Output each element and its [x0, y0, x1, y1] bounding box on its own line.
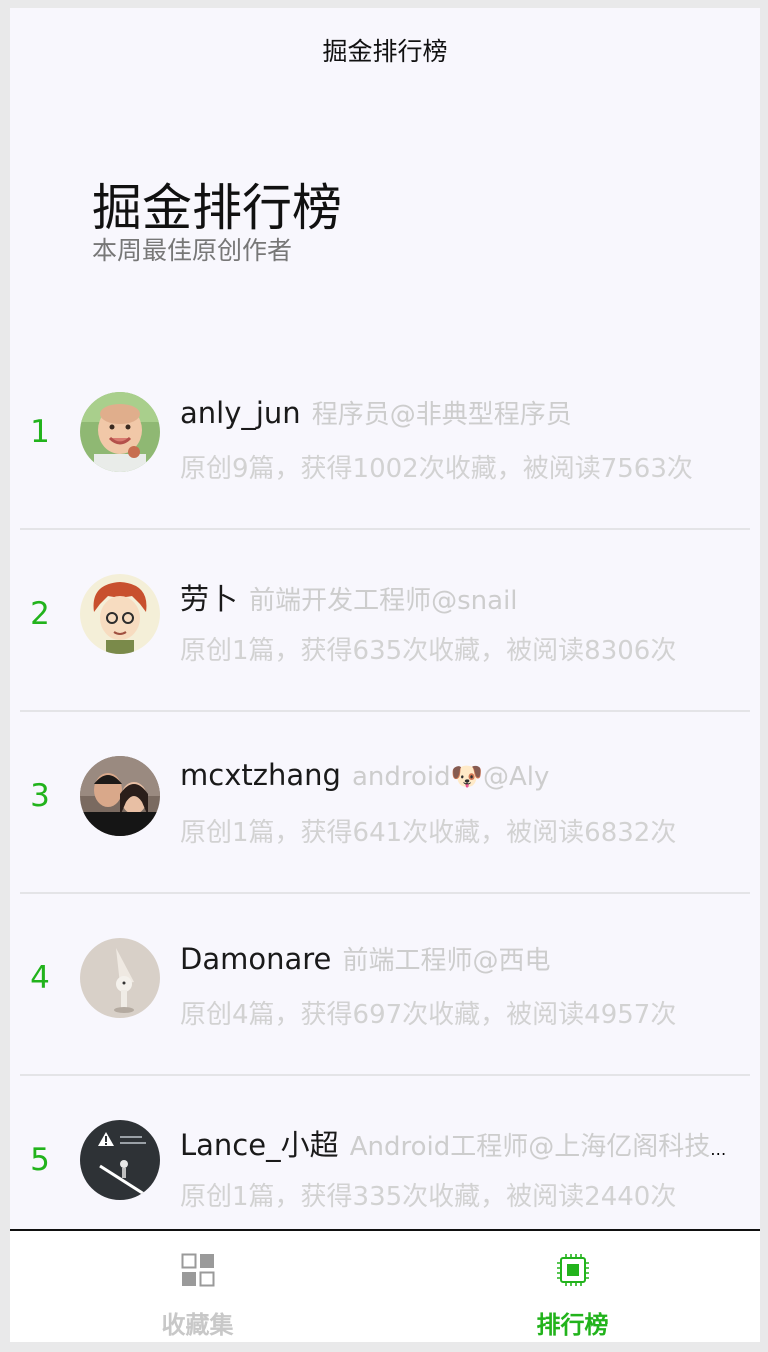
- ranking-list: 1 anly_jun 程序员@非典型程序员 原创9篇，获得1002次收藏，被阅读…: [10, 348, 760, 1258]
- tab-bar: 收藏集 排行榜: [10, 1229, 760, 1342]
- ranking-row[interactable]: 2 劳卜 前端开发工程师@snail 原创1篇，获得635次收藏，被阅读8306…: [20, 530, 750, 712]
- rank-number: 4: [30, 960, 50, 996]
- author-name[interactable]: Lance_小超: [180, 1128, 339, 1162]
- avatar[interactable]: [80, 1120, 160, 1200]
- author-title: 前端开发工程师@snail: [249, 586, 518, 616]
- author-name[interactable]: 劳卜: [180, 582, 238, 616]
- author-title: android🐶@Aly: [351, 762, 550, 792]
- author-line: 劳卜 前端开发工程师@snail: [180, 576, 745, 618]
- author-title: Android工程师@上海亿阁科技有限公司: [349, 1132, 745, 1162]
- tab-collection[interactable]: 收藏集: [10, 1231, 385, 1342]
- tab-label: 排行榜: [536, 1311, 609, 1339]
- nav-title: 掘金排行榜: [322, 37, 448, 66]
- author-name[interactable]: anly_jun: [180, 396, 301, 430]
- avatar[interactable]: [80, 756, 160, 836]
- chip-icon: [556, 1254, 589, 1286]
- author-stats: 原创4篇，获得697次收藏，被阅读4957次: [180, 1000, 677, 1030]
- page-title: 掘金排行榜: [92, 179, 342, 237]
- author-name[interactable]: Damonare: [180, 942, 331, 976]
- author-stats: 原创1篇，获得635次收藏，被阅读8306次: [180, 636, 677, 666]
- tab-ranking[interactable]: 排行榜: [385, 1231, 760, 1342]
- ranking-row[interactable]: 3 mcxtzhang android🐶@Aly 原创1篇，获得641次收藏，被…: [20, 712, 750, 894]
- author-title: 程序员@非典型程序员: [311, 400, 572, 430]
- author-name[interactable]: mcxtzhang: [180, 758, 341, 792]
- rank-number: 3: [30, 778, 50, 814]
- author-stats: 原创1篇，获得641次收藏，被阅读6832次: [180, 818, 677, 848]
- ranking-row[interactable]: 4 Damonare 前端工程师@西电 原创4篇，获得697次收藏，被阅读495…: [20, 894, 750, 1076]
- app-screen: 掘金排行榜 掘金排行榜 本周最佳原创作者 1 anly_jun 程序员@非典型程…: [10, 8, 760, 1342]
- rank-number: 1: [30, 414, 50, 450]
- author-line: mcxtzhang android🐶@Aly: [180, 758, 745, 792]
- author-title: 前端工程师@西电: [342, 946, 551, 976]
- author-line: Damonare 前端工程师@西电: [180, 940, 745, 977]
- avatar[interactable]: [80, 938, 160, 1018]
- grid-icon: [181, 1253, 214, 1287]
- author-line: Lance_小超 Android工程师@上海亿阁科技有限公司: [180, 1122, 745, 1164]
- author-stats: 原创9篇，获得1002次收藏，被阅读7563次: [180, 454, 693, 484]
- navigation-bar: 掘金排行榜: [10, 8, 760, 92]
- avatar[interactable]: [80, 574, 160, 654]
- page-subtitle: 本周最佳原创作者: [92, 236, 293, 265]
- rank-number: 5: [30, 1142, 50, 1178]
- avatar[interactable]: [80, 392, 160, 472]
- rank-number: 2: [30, 596, 50, 632]
- ranking-row[interactable]: 1 anly_jun 程序员@非典型程序员 原创9篇，获得1002次收藏，被阅读…: [20, 348, 750, 530]
- author-stats: 原创1篇，获得335次收藏，被阅读2440次: [180, 1182, 677, 1212]
- tab-label: 收藏集: [161, 1311, 234, 1339]
- author-line: anly_jun 程序员@非典型程序员: [180, 394, 745, 431]
